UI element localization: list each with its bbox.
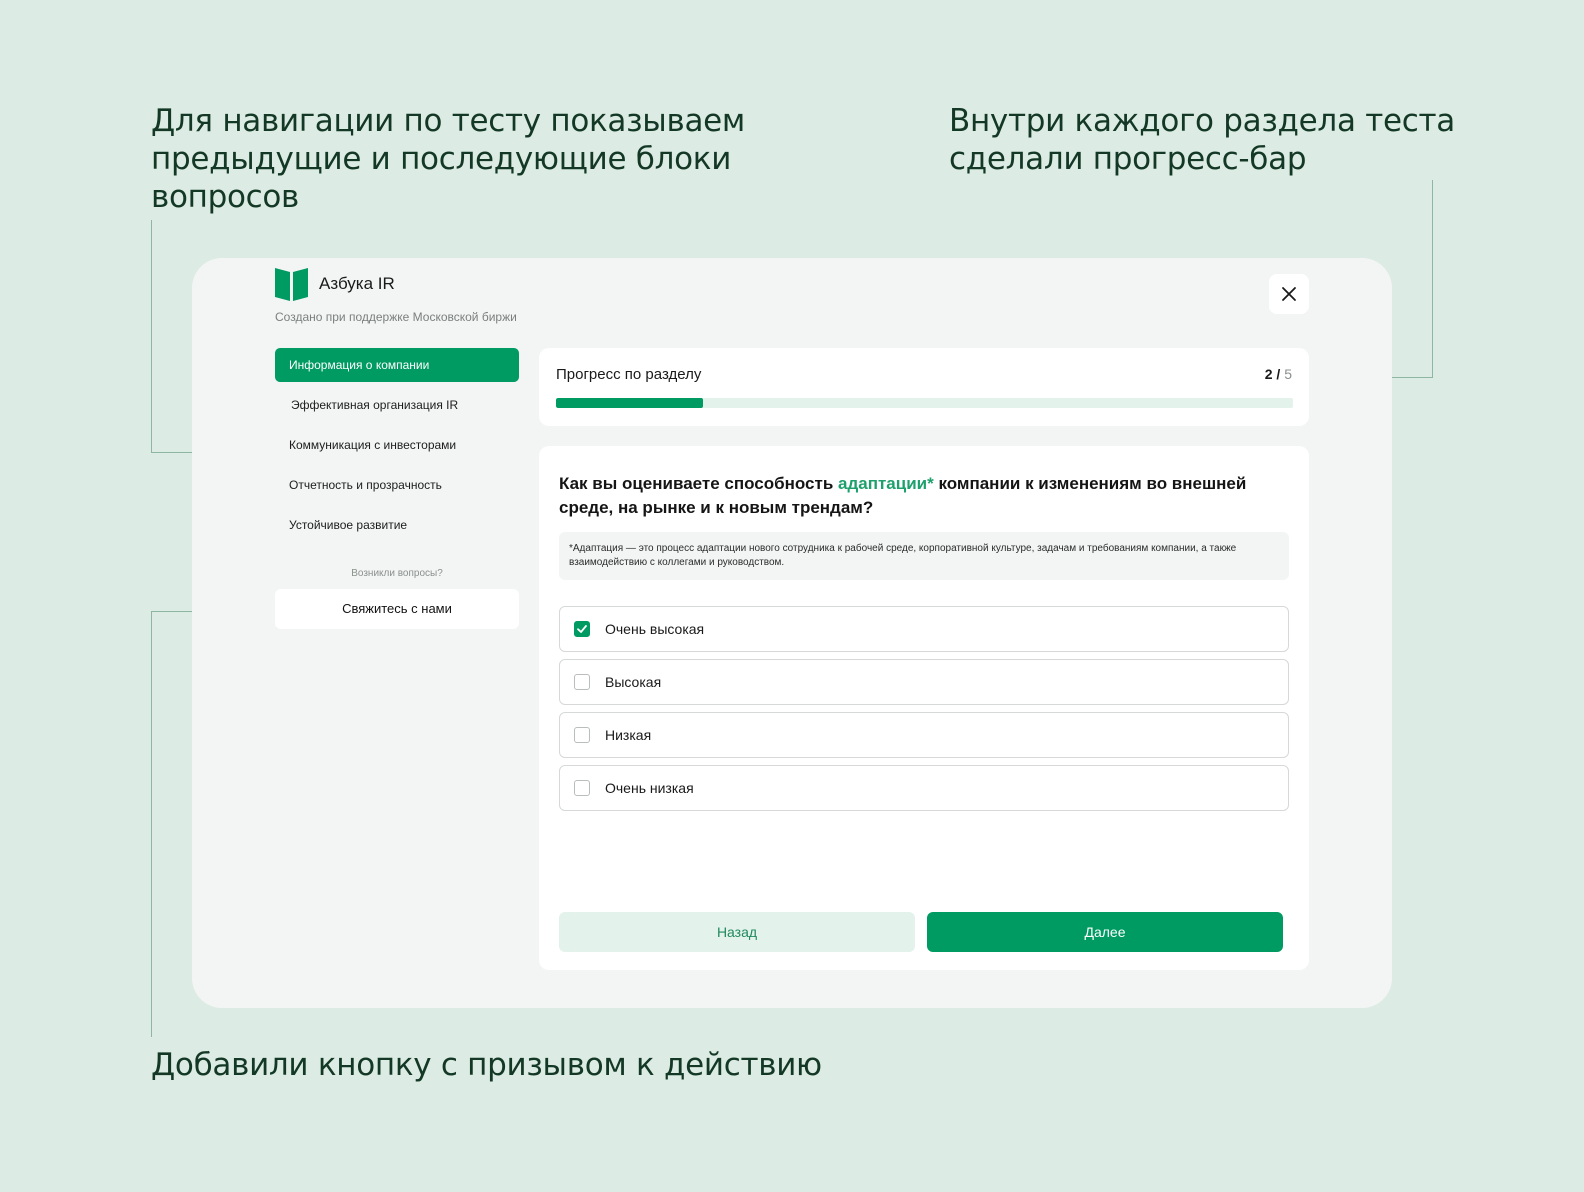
question-text-start: Как вы оцениваете способность [559,474,838,493]
checkbox-checked[interactable] [574,621,590,637]
progress-title: Прогресс по разделу [556,366,702,383]
answer-option-label: Очень высокая [605,621,705,637]
progress-current: 2 [1264,366,1273,382]
answer-option-label: Очень низкая [605,780,694,796]
sidebar-item-company-info[interactable]: Информация о компании [275,348,519,382]
answer-option-label: Низкая [605,727,652,743]
connector-progress-vertical [1432,180,1433,378]
question-card: Как вы оцениваете способность адаптации*… [539,446,1309,970]
connector-cta-vertical [151,611,152,1037]
close-button[interactable] [1269,274,1309,314]
checkbox[interactable] [574,727,590,743]
connector-nav-vertical [151,220,152,453]
answer-options: Очень высокая Высокая Низкая Очень низка… [559,606,1289,818]
annotation-progress: Внутри каждого раздела теста сделали про… [949,103,1455,177]
progress-separator: / [1272,366,1285,382]
answer-option-label: Высокая [605,674,662,690]
sidebar-item-sustainability[interactable]: Устойчивое развитие [275,508,519,542]
sidebar-item-ir-organization[interactable]: Эффективная организация IR [275,388,519,422]
contact-us-button[interactable]: Свяжитесь с нами [275,589,519,629]
test-window: Азбука IR Создано при поддержке Московск… [192,258,1392,1008]
sidebar-item-investor-communication[interactable]: Коммуникация с инвесторами [275,428,519,462]
app-logo: Азбука IR [275,266,395,301]
checkmark-icon [577,625,587,633]
next-button[interactable]: Далее [927,912,1283,952]
app-subtitle: Создано при поддержке Московской биржи [275,310,517,324]
answer-option[interactable]: Низкая [559,712,1289,758]
question-term-link[interactable]: адаптации* [838,474,934,493]
sidebar-item-reporting[interactable]: Отчетность и прозрачность [275,468,519,502]
checkbox[interactable] [574,674,590,690]
question-text: Как вы оцениваете способность адаптации*… [559,472,1279,520]
app-name: Азбука IR [319,273,395,293]
progress-bar [556,398,1293,408]
questions-label: Возникли вопросы? [351,568,443,579]
close-icon [1282,287,1296,301]
progress-counter: 2 / 5 [1265,366,1292,382]
back-button[interactable]: Назад [559,912,915,952]
answer-option[interactable]: Очень низкая [559,765,1289,811]
section-progress-card: Прогресс по разделу 2 / 5 [539,348,1309,426]
answer-option[interactable]: Очень высокая [559,606,1289,652]
progress-total: 5 [1284,366,1292,382]
annotation-navigation: Для навигации по тесту показываем предыд… [151,103,746,215]
section-navigation: Информация о компании Эффективная органи… [275,348,519,629]
answer-option[interactable]: Высокая [559,659,1289,705]
checkbox[interactable] [574,780,590,796]
book-logo-icon [275,268,308,301]
annotation-cta: Добавили кнопку с призывом к действию [151,1047,822,1083]
progress-bar-fill [556,398,704,408]
term-footnote: *Адаптация — это процесс адаптации новог… [559,532,1289,580]
